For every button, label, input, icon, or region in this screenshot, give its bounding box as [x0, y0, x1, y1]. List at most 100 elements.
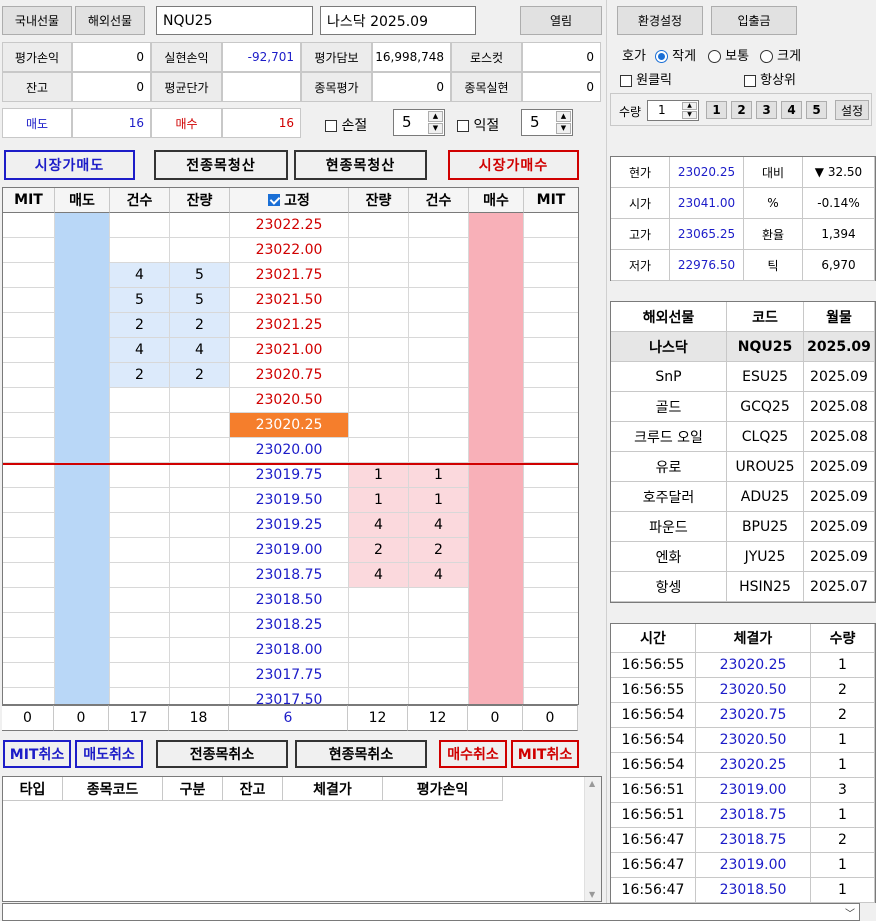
orderbook-cell[interactable]: [469, 363, 524, 388]
orderbook-cell[interactable]: [3, 238, 55, 263]
qty-preset-button[interactable]: 5: [806, 101, 827, 119]
orderbook-cell[interactable]: [469, 288, 524, 313]
orderbook-cell[interactable]: [349, 588, 409, 613]
scroll-up-icon[interactable]: ▲: [589, 779, 595, 788]
orderbook-cell[interactable]: [524, 538, 578, 563]
orderbook-cell[interactable]: [170, 538, 230, 563]
positions-scrollbar[interactable]: ▲ ▼: [584, 777, 601, 901]
orderbook-cell[interactable]: [170, 613, 230, 638]
fixed-checkbox-icon[interactable]: [268, 194, 281, 206]
spin-down-icon[interactable]: ▼: [556, 123, 571, 134]
orderbook-cell[interactable]: [349, 213, 409, 238]
orderbook-price-cell[interactable]: 23018.75: [230, 563, 349, 588]
orderbook-price-cell[interactable]: 23019.25: [230, 513, 349, 538]
orderbook-cell[interactable]: [55, 288, 110, 313]
orderbook-price-cell[interactable]: 23020.75: [230, 363, 349, 388]
orderbook-cell[interactable]: [110, 688, 170, 704]
orderbook-cell[interactable]: [524, 488, 578, 513]
orderbook-cell[interactable]: [110, 588, 170, 613]
orderbook-cell[interactable]: [110, 463, 170, 488]
futures-list-item[interactable]: ESU25: [727, 362, 804, 392]
futures-list-item[interactable]: BPU25: [727, 512, 804, 542]
buy-qty-value[interactable]: 16: [222, 108, 301, 138]
open-button[interactable]: 열림: [520, 6, 602, 35]
qty-preset-button[interactable]: 4: [781, 101, 802, 119]
orderbook-cell[interactable]: [469, 238, 524, 263]
sell-qty-value[interactable]: 16: [72, 108, 151, 138]
orderbook-cell[interactable]: [170, 438, 230, 463]
futures-list-item[interactable]: 항셍: [611, 572, 727, 602]
orderbook-cell[interactable]: [55, 388, 110, 413]
orderbook-cell[interactable]: [524, 588, 578, 613]
orderbook-cell[interactable]: [524, 563, 578, 588]
orderbook-cell[interactable]: [55, 213, 110, 238]
orderbook-price-cell[interactable]: 23017.50: [230, 688, 349, 704]
orderbook-cell[interactable]: [524, 263, 578, 288]
orderbook-cell[interactable]: [170, 213, 230, 238]
orderbook-cell[interactable]: [409, 288, 469, 313]
deposit-button[interactable]: 입출금: [711, 6, 797, 35]
spin-down-icon[interactable]: ▼: [428, 123, 443, 134]
orderbook-cell[interactable]: [110, 513, 170, 538]
orderbook-cell[interactable]: [110, 638, 170, 663]
orderbook-cell[interactable]: [55, 413, 110, 438]
orderbook-price-cell[interactable]: 23022.00: [230, 238, 349, 263]
orderbook-cell[interactable]: [524, 213, 578, 238]
futures-list-item[interactable]: JYU25: [727, 542, 804, 572]
market-sell-button[interactable]: 시장가매도: [4, 150, 135, 180]
futures-list-item[interactable]: 2025.09: [804, 542, 875, 572]
orderbook-cell[interactable]: [409, 413, 469, 438]
orderbook-cell[interactable]: [469, 513, 524, 538]
orderbook-cell[interactable]: [3, 338, 55, 363]
orderbook-cell[interactable]: [469, 688, 524, 704]
orderbook-cell[interactable]: [409, 438, 469, 463]
orderbook-cell[interactable]: [55, 513, 110, 538]
size-normal-radio[interactable]: 보통: [708, 45, 749, 64]
orderbook-cell[interactable]: [170, 463, 230, 488]
orderbook-cell[interactable]: [170, 563, 230, 588]
orderbook-cell[interactable]: [3, 463, 55, 488]
orderbook-cell[interactable]: [3, 313, 55, 338]
orderbook-cell[interactable]: [3, 513, 55, 538]
orderbook-cell[interactable]: [170, 663, 230, 688]
orderbook-cell[interactable]: [3, 663, 55, 688]
futures-list-item[interactable]: HSIN25: [727, 572, 804, 602]
futures-list-item[interactable]: 호주달러: [611, 482, 727, 512]
futures-list-item[interactable]: 2025.09: [804, 452, 875, 482]
orderbook-cell[interactable]: [524, 388, 578, 413]
cancel-current-button[interactable]: 현종목취소: [295, 740, 427, 768]
stoploss-checkbox[interactable]: 손절: [325, 115, 367, 135]
orderbook-cell[interactable]: [524, 613, 578, 638]
market-buy-button[interactable]: 시장가매수: [448, 150, 579, 180]
mit-cancel-left-button[interactable]: MIT취소: [3, 740, 71, 768]
orderbook-cell[interactable]: [110, 538, 170, 563]
sell-cancel-button[interactable]: 매도취소: [75, 740, 143, 768]
orderbook-cell[interactable]: [469, 338, 524, 363]
orderbook-cell[interactable]: 2: [110, 363, 170, 388]
orderbook-price-cell[interactable]: 23019.00: [230, 538, 349, 563]
takeprofit-checkbox[interactable]: 익절: [457, 115, 499, 135]
orderbook-price-cell[interactable]: 23018.00: [230, 638, 349, 663]
takeprofit-spinner[interactable]: 5 ▲ ▼: [521, 109, 573, 136]
spin-up-icon[interactable]: ▲: [556, 111, 571, 122]
orderbook-cell[interactable]: [349, 638, 409, 663]
orderbook-cell[interactable]: [55, 663, 110, 688]
orderbook-cell[interactable]: [409, 613, 469, 638]
orderbook-cell[interactable]: 5: [170, 288, 230, 313]
orderbook-cell[interactable]: [409, 388, 469, 413]
futures-list-item[interactable]: CLQ25: [727, 422, 804, 452]
orderbook-cell[interactable]: [55, 263, 110, 288]
orderbook-cell[interactable]: [524, 688, 578, 704]
close-current-button[interactable]: 현종목청산: [294, 150, 427, 180]
orderbook-cell[interactable]: 4: [409, 513, 469, 538]
orderbook-cell[interactable]: 4: [170, 338, 230, 363]
futures-list-item[interactable]: 2025.09: [804, 482, 875, 512]
spin-down-icon[interactable]: ▼: [682, 111, 697, 119]
orderbook-cell[interactable]: [469, 438, 524, 463]
futures-list-item[interactable]: ADU25: [727, 482, 804, 512]
orderbook-price-cell[interactable]: 23022.25: [230, 213, 349, 238]
futures-list-item[interactable]: 2025.09: [804, 512, 875, 542]
orderbook-cell[interactable]: [409, 338, 469, 363]
orderbook-cell[interactable]: [55, 538, 110, 563]
orderbook-cell[interactable]: [170, 588, 230, 613]
